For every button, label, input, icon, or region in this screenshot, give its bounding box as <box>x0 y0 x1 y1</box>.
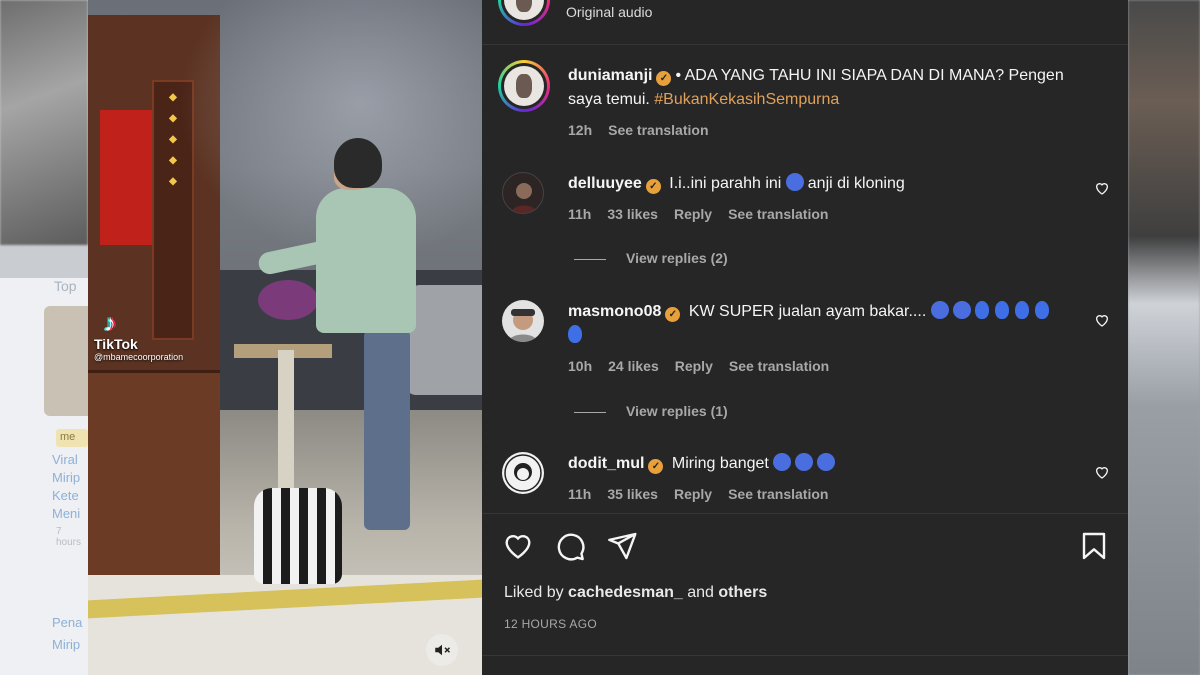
verified-badge-icon: ✓ <box>645 179 661 194</box>
view-replies-button[interactable]: View replies (1) <box>574 403 728 419</box>
view-replies-button[interactable]: View replies (2) <box>574 250 728 266</box>
reply-button[interactable]: Reply <box>675 358 713 374</box>
fire-emoji-icon <box>1014 301 1029 319</box>
liked-by-user[interactable]: cachedesman_ <box>568 584 683 601</box>
heart-icon[interactable] <box>1094 464 1110 480</box>
comment-time: 11h <box>568 486 592 502</box>
tiktok-logo-icon: ♪ <box>104 310 116 337</box>
see-translation-link[interactable]: See translation <box>728 206 828 222</box>
fire-emoji-icon <box>568 325 582 343</box>
see-translation-link[interactable]: See translation <box>728 486 828 502</box>
emoji-icon <box>817 453 836 471</box>
emoji-icon <box>930 301 949 319</box>
liked-by-others[interactable]: others <box>718 584 767 601</box>
comment-text: KW SUPER jualan ayam bakar.... <box>688 303 927 320</box>
tiktok-watermark: ♪ TikTok @mbamecoorporation <box>94 310 184 363</box>
emoji-icon <box>795 453 814 471</box>
fire-emoji-icon <box>974 301 989 319</box>
post-detail-panel: Original audio ··· duniamanji✓• ADA YANG… <box>482 0 1128 675</box>
background-thumbnail <box>44 306 88 416</box>
verified-badge-icon: ✓ <box>648 459 664 474</box>
see-translation-link[interactable]: See translation <box>608 122 708 138</box>
video-scene-striped-bag <box>254 488 342 584</box>
comment-likes[interactable]: 33 likes <box>607 206 658 222</box>
background-top-label: Top <box>54 278 77 294</box>
post-video[interactable]: ◆ ◆ ◆ ◆ ◆ ♪ TikTok @mbamecoorporation <box>88 0 482 675</box>
comment-time: 10h <box>568 358 593 374</box>
background-line: Mirip <box>52 470 81 485</box>
emoji-icon <box>785 173 804 191</box>
comment-bubble-icon[interactable] <box>554 530 586 562</box>
comment-likes[interactable]: 24 likes <box>608 358 659 374</box>
background-image-left <box>0 0 88 245</box>
mute-button[interactable] <box>426 634 458 666</box>
fire-emoji-icon <box>994 301 1009 319</box>
see-translation-link[interactable]: See translation <box>729 358 829 374</box>
comment-time: 11h <box>568 206 592 222</box>
share-send-icon[interactable] <box>606 530 638 562</box>
reply-button[interactable]: Reply <box>674 206 712 222</box>
comment-username[interactable]: delluuyee <box>568 175 642 192</box>
video-scene-car <box>406 285 482 395</box>
background-line: Viral <box>52 452 78 467</box>
fire-emoji-icon <box>1034 301 1049 319</box>
comment-text: I.i..ini parahh ini <box>669 175 782 192</box>
background-line: Pena <box>52 615 83 630</box>
background-line: Meni <box>52 506 81 521</box>
background-chip: me <box>56 429 88 447</box>
background-line: Mirip <box>52 637 81 652</box>
comment-username[interactable]: dodit_mul <box>568 455 644 472</box>
background-timestamp: 7 hours <box>56 526 82 548</box>
bookmark-save-icon[interactable] <box>1078 530 1110 562</box>
heart-icon[interactable] <box>1094 312 1110 328</box>
comment-avatar[interactable] <box>502 452 544 494</box>
background-image-right <box>1128 0 1200 675</box>
background-article-card: Top me Viral Mirip Kete Meni 7 hours Pen… <box>0 278 88 675</box>
heart-icon[interactable] <box>1094 180 1110 196</box>
divider <box>482 513 1128 514</box>
emoji-icon <box>952 301 971 319</box>
more-options-icon[interactable]: ··· <box>1085 0 1104 8</box>
comment-avatar[interactable] <box>502 172 544 214</box>
divider <box>482 655 1128 656</box>
emoji-icon <box>773 453 792 471</box>
caption-time: 12h <box>568 122 593 138</box>
comment-text: anji di kloning <box>807 175 905 192</box>
caption-meta: 12h See translation <box>568 122 725 138</box>
comment-text: Miring banget <box>671 455 769 472</box>
comment-avatar[interactable] <box>502 300 544 342</box>
reply-button[interactable]: Reply <box>674 486 712 502</box>
verified-badge-icon: ✓ <box>665 307 681 322</box>
caption-avatar[interactable] <box>498 60 550 112</box>
video-scene-grill <box>258 280 318 320</box>
comment-username[interactable]: masmono08 <box>568 303 661 320</box>
background-line: Kete <box>52 488 79 503</box>
verified-badge-icon: ✓ <box>656 71 672 86</box>
comment-likes[interactable]: 35 likes <box>607 486 658 502</box>
post-header: Original audio ··· <box>482 0 1128 45</box>
header-avatar[interactable] <box>498 0 550 26</box>
liked-by-text: Liked by cachedesman_ and others <box>504 584 768 601</box>
speaker-muted-icon <box>435 644 451 656</box>
caption-hashtag[interactable]: #BukanKekasihSempurna <box>654 91 839 108</box>
original-audio-link[interactable]: Original audio <box>566 4 652 20</box>
like-heart-icon[interactable] <box>502 530 534 562</box>
action-bar <box>502 530 1112 564</box>
caption-username[interactable]: duniamanji <box>568 67 652 84</box>
post-timestamp: 12 HOURS AGO <box>504 617 597 631</box>
